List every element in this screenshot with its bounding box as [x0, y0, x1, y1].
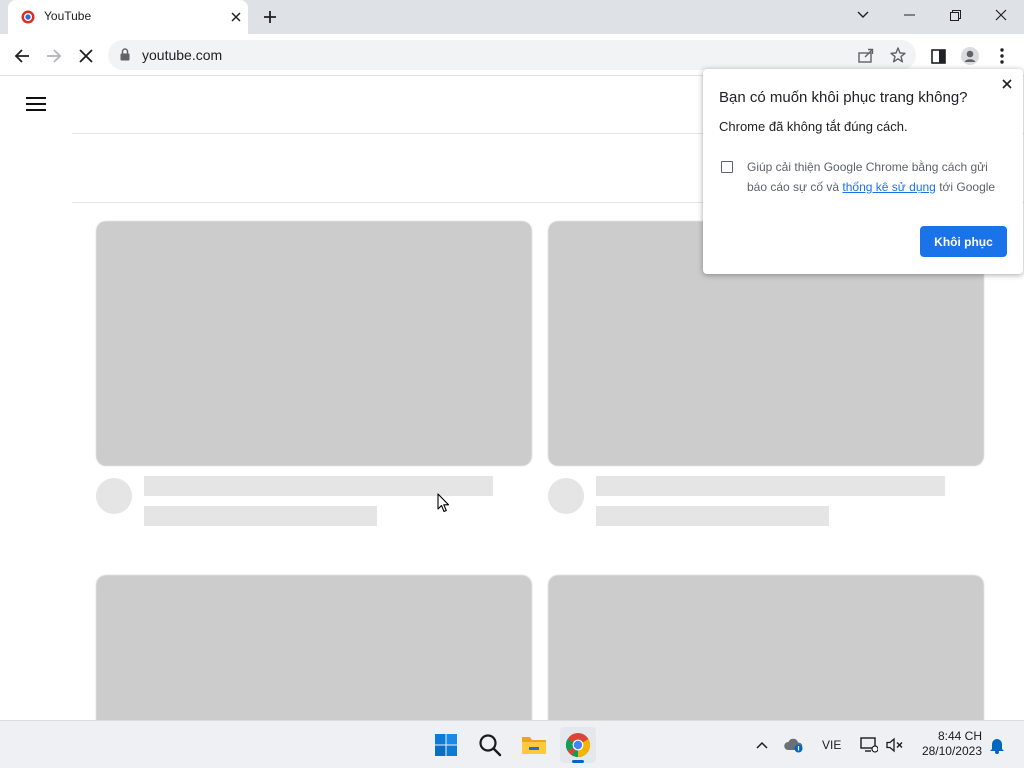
lock-icon[interactable]: [120, 48, 130, 61]
video-thumbnail-placeholder: [96, 575, 532, 720]
clock-date: 28/10/2023: [921, 744, 982, 758]
channel-avatar-placeholder: [96, 478, 132, 514]
tab-youtube[interactable]: YouTube: [8, 0, 248, 34]
tab-search-chevron-down-icon[interactable]: [840, 0, 886, 30]
browser-titlebar: YouTube: [0, 0, 1024, 34]
network-monitor-icon[interactable]: [858, 733, 880, 757]
youtube-favicon-icon: [21, 10, 35, 24]
clock-time: 8:44 CH: [937, 729, 982, 743]
dialog-close-icon[interactable]: [999, 76, 1015, 92]
side-panel-icon[interactable]: [924, 42, 952, 70]
new-tab-button[interactable]: [258, 6, 282, 28]
url-text: youtube.com: [142, 47, 223, 63]
profile-avatar-icon[interactable]: [956, 42, 984, 70]
usage-stats-link[interactable]: thống kê sử dụng: [842, 180, 935, 194]
google-chrome-taskbar-icon[interactable]: [560, 727, 596, 763]
minimize-button[interactable]: [886, 0, 932, 30]
restore-button[interactable]: Khôi phục: [920, 226, 1007, 257]
bookmark-star-icon[interactable]: [884, 41, 912, 69]
channel-avatar-placeholder: [548, 478, 584, 514]
tab-close-icon[interactable]: [226, 7, 246, 27]
crash-report-checkbox[interactable]: [721, 161, 733, 173]
close-window-button[interactable]: [978, 0, 1024, 30]
windows-taskbar: VIE 8:44 CH 28/10/2023: [0, 720, 1024, 768]
stop-loading-icon[interactable]: [72, 42, 100, 70]
crash-report-text: Giúp cải thiện Google Chrome bằng cách g…: [747, 157, 1009, 197]
crash-report-text-after: tới Google: [935, 180, 996, 194]
notification-bell-icon[interactable]: [986, 733, 1008, 757]
share-icon[interactable]: [852, 41, 880, 69]
video-thumbnail-placeholder: [548, 575, 984, 720]
dialog-title: Bạn có muốn khôi phục trang không?: [719, 89, 968, 106]
speaker-muted-icon[interactable]: [884, 733, 906, 757]
mouse-pointer-icon: [437, 493, 450, 513]
video-thumbnail-placeholder: [96, 221, 532, 466]
restore-window-button[interactable]: [932, 0, 978, 30]
active-app-indicator: [572, 760, 584, 763]
chevron-up-icon[interactable]: [752, 733, 772, 757]
windows-start-icon[interactable]: [428, 727, 464, 763]
back-arrow-icon[interactable]: [8, 42, 36, 70]
file-explorer-icon[interactable]: [516, 727, 552, 763]
onedrive-cloud-icon[interactable]: [782, 733, 806, 757]
address-bar[interactable]: youtube.com: [108, 40, 916, 70]
title-line-placeholder: [596, 476, 945, 496]
system-clock[interactable]: 8:44 CH 28/10/2023: [914, 729, 982, 759]
restore-pages-dialog: Bạn có muốn khôi phục trang không? Chrom…: [703, 69, 1023, 274]
meta-line-placeholder: [596, 506, 829, 526]
kebab-menu-icon[interactable]: [988, 42, 1016, 70]
dialog-subtitle: Chrome đã không tắt đúng cách.: [719, 119, 908, 134]
input-language-indicator[interactable]: VIE: [822, 738, 841, 752]
tab-title: YouTube: [44, 9, 92, 23]
hamburger-menu-icon[interactable]: [26, 97, 46, 113]
forward-arrow-icon[interactable]: [40, 42, 68, 70]
search-icon[interactable]: [472, 727, 508, 763]
meta-line-placeholder: [144, 506, 377, 526]
